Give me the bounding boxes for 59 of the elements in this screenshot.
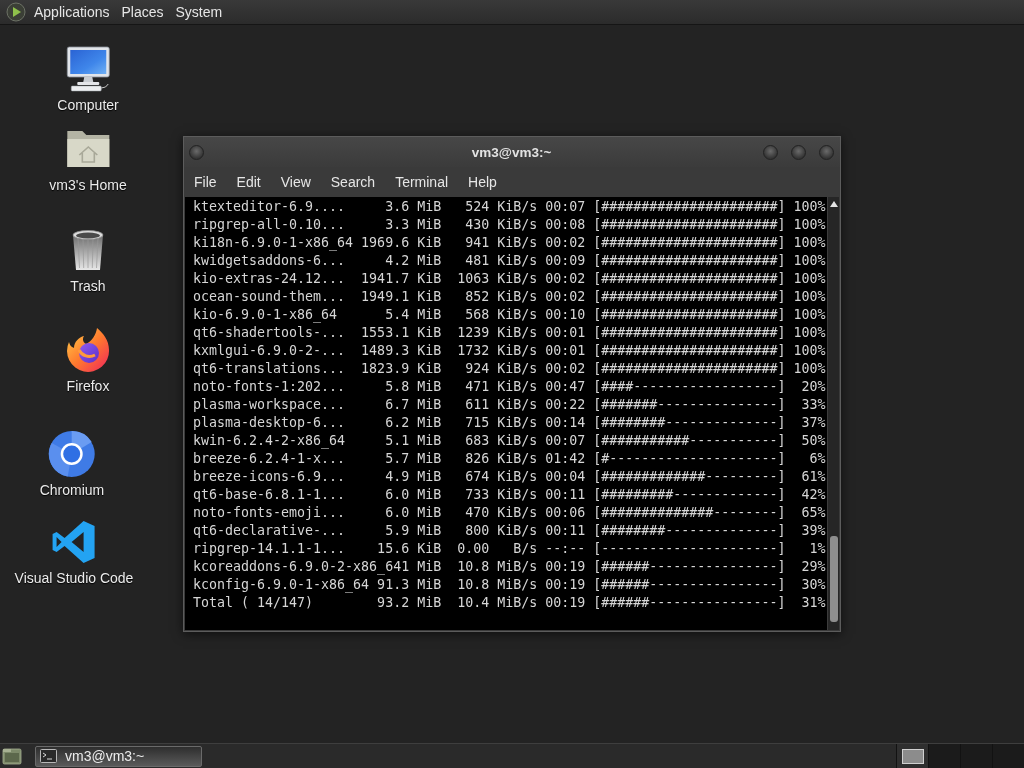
- chromium-icon: [48, 430, 96, 478]
- panel-menu[interactable]: System: [169, 0, 229, 24]
- terminal-line: kwidgetsaddons-6... 4.2 MiB 481 KiB/s 00:09 [######################] 100%: [193, 252, 826, 270]
- terminal-line: breeze-icons-6.9... 4.9 MiB 674 KiB/s 00:04 [#############---------] 61%: [193, 468, 826, 486]
- desktop-shortcut[interactable]: Visual Studio Code: [14, 518, 134, 586]
- menu-item[interactable]: Edit: [226, 167, 271, 197]
- window-menu-button[interactable]: [189, 144, 204, 160]
- panel-menu[interactable]: Places: [115, 0, 170, 24]
- menu-item[interactable]: Terminal: [385, 167, 459, 197]
- terminal-line: qt6-base-6.8.1-1... 6.0 MiB 733 KiB/s 00:11 [#########-------------] 42%: [193, 486, 826, 504]
- desktop-shortcut[interactable]: Firefox: [64, 326, 112, 394]
- terminal-line: Total ( 14/147) 93.2 MiB 10.4 MiB/s 00:19 [######----------------] 31%: [193, 594, 826, 612]
- vscode-icon: [50, 518, 98, 566]
- window-title: vm3@vm3:~: [471, 144, 552, 160]
- terminal-line: noto-fonts-1:202... 5.8 MiB 471 KiB/s 00:47 [####------------------] 20%: [193, 378, 826, 396]
- minimize-button[interactable]: [763, 144, 778, 160]
- terminal-line: kxmlgui-6.9.0-2-... 1489.3 KiB 1732 KiB/s 00:01 [######################] 100%: [193, 342, 826, 360]
- terminal-line: ripgrep-14.1.1-1... 15.6 KiB 0.00 B/s --:-- [----------------------] 1%: [193, 540, 826, 558]
- desktop-shortcut[interactable]: Trash: [64, 226, 112, 294]
- desktop-shortcut[interactable]: Chromium: [39, 430, 105, 498]
- taskbar-window-button[interactable]: vm3@vm3:~: [35, 745, 202, 767]
- terminal-line: kwin-6.2.4-2-x86_64 5.1 MiB 683 KiB/s 00:07 [###########-----------] 50%: [193, 432, 826, 450]
- terminal-line: qt6-translations... 1823.9 KiB 924 KiB/s 00:02 [######################] 100%: [193, 360, 826, 378]
- workspace-cell[interactable]: [960, 744, 992, 768]
- terminal-icon: [40, 749, 57, 763]
- window-thumbnail: [901, 748, 924, 764]
- desktop-shortcut[interactable]: Computer: [57, 45, 119, 113]
- desktop-shortcut[interactable]: vm3's Home: [49, 125, 127, 193]
- terminal-line: ocean-sound-them... 1949.1 KiB 852 KiB/s 00:02 [######################] 100%: [193, 288, 826, 306]
- terminal-line: kconfig-6.9.0-1-x86_64 91.3 MiB 10.8 MiB/s 00:19 [######----------------] 30%: [193, 576, 826, 594]
- workspace-cell[interactable]: [928, 744, 960, 768]
- workspace-cell[interactable]: [896, 744, 928, 768]
- scrollbar[interactable]: [827, 197, 839, 630]
- menu-item[interactable]: View: [270, 167, 321, 197]
- terminal-line: kio-extras-24.12... 1941.7 KiB 1063 KiB/s 00:02 [######################] 100%: [193, 270, 826, 288]
- scroll-up-arrow-icon[interactable]: [829, 201, 838, 207]
- maximize-button[interactable]: [791, 144, 806, 160]
- terminal-line: plasma-workspace... 6.7 MiB 611 KiB/s 00:22 [#######---------------] 33%: [193, 396, 826, 414]
- menu-item[interactable]: Search: [320, 167, 386, 197]
- terminal-line: breeze-6.2.4-1-x... 5.7 MiB 826 KiB/s 01:42 [#---------------------] 6%: [193, 450, 826, 468]
- terminal-line: ktexteditor-6.9.... 3.6 MiB 524 KiB/s 00:07 [######################] 100%: [193, 198, 826, 216]
- show-desktop-icon[interactable]: [2, 746, 22, 766]
- scrollbar-thumb[interactable]: [829, 536, 838, 622]
- terminal-line: ki18n-6.9.0-1-x86_64 1969.6 KiB 941 KiB/s 00:02 [######################] 100%: [193, 234, 826, 252]
- terminal-line: qt6-shadertools-... 1553.1 KiB 1239 KiB/s 00:01 [######################] 100%: [193, 324, 826, 342]
- menu-item[interactable]: Help: [458, 167, 507, 197]
- close-button[interactable]: [819, 144, 834, 160]
- terminal-line: kio-6.9.0-1-x86_64 5.4 MiB 568 KiB/s 00:10 [######################] 100%: [193, 306, 826, 324]
- terminal-line: ripgrep-all-0.10... 3.3 MiB 430 KiB/s 00:08 [######################] 100%: [193, 216, 826, 234]
- terminal-line: noto-fonts-emoji... 6.0 MiB 470 KiB/s 00:06 [##############--------] 65%: [193, 504, 826, 522]
- terminal-line: kcoreaddons-6.9.0-2-x86_641 MiB 10.8 MiB/s 00:19 [######----------------] 29%: [193, 558, 826, 576]
- menu-item[interactable]: File: [184, 167, 227, 197]
- computer-icon: [64, 45, 112, 93]
- terminal-line: qt6-declarative-... 5.9 MiB 800 KiB/s 00:11 [########--------------] 39%: [193, 522, 826, 540]
- panel-menu[interactable]: Applications: [28, 0, 116, 24]
- firefox-icon: [64, 326, 112, 374]
- logo-icon[interactable]: [6, 2, 26, 22]
- workspace-cell[interactable]: [992, 744, 1024, 768]
- terminal-line: plasma-desktop-6... 6.2 MiB 715 KiB/s 00:14 [########--------------] 37%: [193, 414, 826, 432]
